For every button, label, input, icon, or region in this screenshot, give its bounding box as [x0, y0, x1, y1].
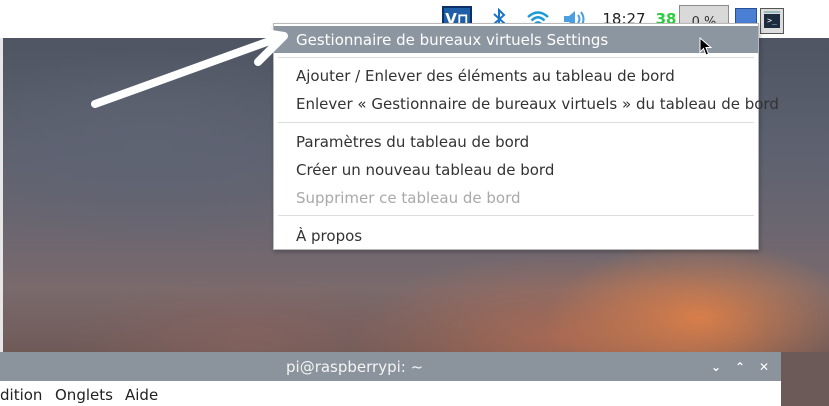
desktop-edge	[0, 38, 3, 352]
menu-aide[interactable]: Aide	[125, 386, 158, 404]
menu-edition[interactable]: dition	[0, 386, 42, 404]
panel-context-menu: Gestionnaire de bureaux virtuels Setting…	[273, 23, 779, 250]
mouse-cursor-icon	[699, 37, 713, 56]
terminal-title: pi@raspberrypi: ~	[286, 358, 424, 376]
menu-item-remove-desktop-manager[interactable]: Enlever « Gestionnaire de bureaux virtue…	[274, 90, 779, 117]
terminal-titlebar[interactable]: pi@raspberrypi: ~ ⌄ ⌃ ✕	[0, 352, 781, 381]
close-button[interactable]: ✕	[756, 359, 772, 375]
menu-item-about[interactable]: À propos	[274, 222, 758, 249]
menu-separator	[278, 122, 754, 123]
maximize-button[interactable]: ⌃	[732, 359, 748, 375]
desktop-wallpaper-strip	[781, 352, 829, 406]
menu-item-create-panel[interactable]: Créer un nouveau tableau de bord	[274, 156, 758, 183]
menu-onglets[interactable]: Onglets	[55, 386, 113, 404]
menu-item-panel-settings[interactable]: Paramètres du tableau de bord	[274, 128, 758, 155]
menu-separator	[278, 57, 754, 58]
menu-item-delete-panel: Supprimer ce tableau de bord	[296, 188, 521, 207]
menu-item-desktop-manager-settings[interactable]: Gestionnaire de bureaux virtuels Setting…	[274, 26, 758, 53]
terminal-menubar: dition Onglets Aide	[0, 381, 781, 406]
terminal-launcher-icon[interactable]: >_	[760, 8, 784, 34]
menu-item-add-remove-items[interactable]: Ajouter / Enlever des éléments au tablea…	[274, 62, 758, 89]
minimize-button[interactable]: ⌄	[708, 359, 724, 375]
menu-separator	[278, 215, 754, 216]
